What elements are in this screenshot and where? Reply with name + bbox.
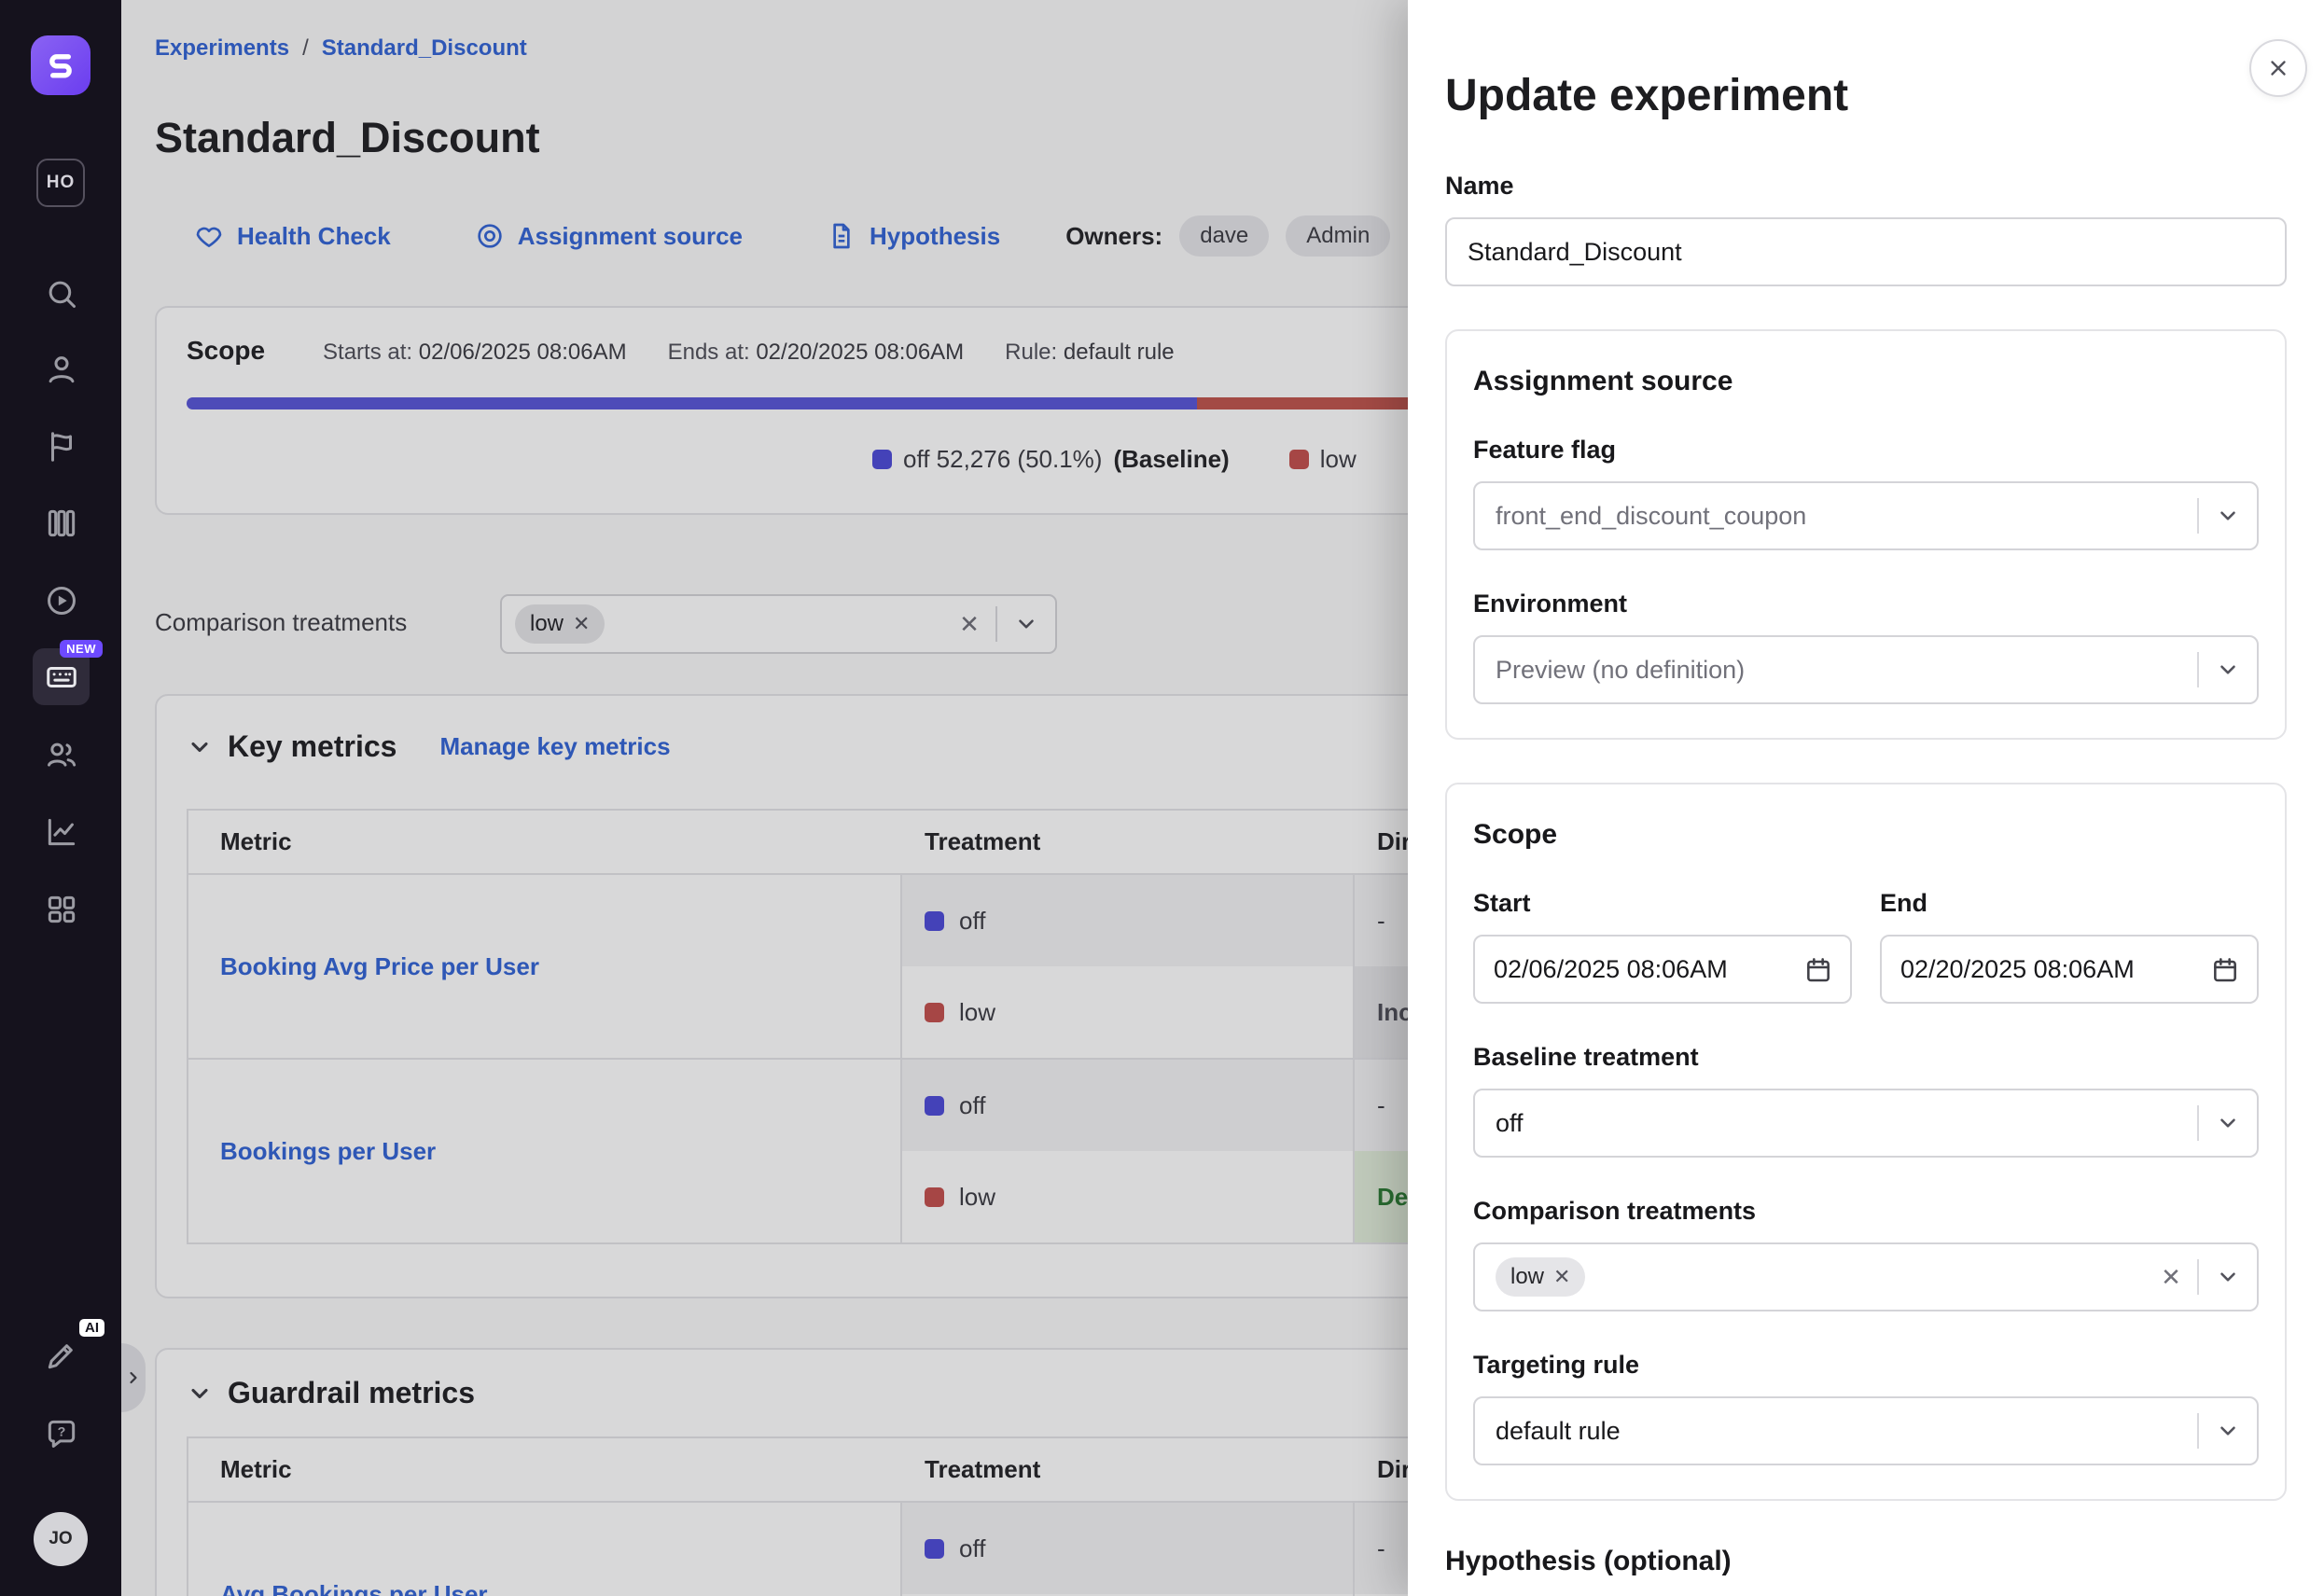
calendar-icon <box>2210 954 2240 984</box>
start-date-field[interactable]: 02/06/2025 08:06AM <box>1473 935 1852 1004</box>
sidebar-item-feature-flags[interactable] <box>33 418 90 475</box>
chevron-down-icon[interactable] <box>2199 1111 2257 1135</box>
hypothesis-label: Hypothesis (optional) <box>1445 1546 2287 1577</box>
keyboard-icon <box>44 659 79 695</box>
person-icon <box>44 352 79 387</box>
app-window: HO <box>0 0 2324 1596</box>
ai-badge: AI <box>79 1319 104 1337</box>
scope-section: Scope Start 02/06/2025 08:06AM End 02/20… <box>1445 783 2287 1501</box>
targeting-rule-label: Targeting rule <box>1473 1351 2259 1380</box>
feature-flags-icon <box>44 429 79 465</box>
name-field[interactable] <box>1445 217 2287 286</box>
sidebar-item-users[interactable] <box>33 340 90 397</box>
targeting-rule-select[interactable]: default rule <box>1473 1396 2259 1465</box>
sidebar-item-experiments[interactable] <box>33 494 90 551</box>
ai-pencil-icon <box>44 1338 79 1373</box>
user-avatar[interactable]: JO <box>34 1512 88 1566</box>
end-date-field[interactable]: 02/20/2025 08:06AM <box>1880 935 2259 1004</box>
update-experiment-drawer: Update experiment Name Assignment source… <box>1408 0 2324 1596</box>
sidebar-item-sessions[interactable] <box>33 572 90 629</box>
chevron-down-icon[interactable] <box>2199 658 2257 682</box>
end-label: End <box>1880 889 2259 918</box>
search-icon <box>44 276 79 312</box>
clear-icon[interactable]: ✕ <box>2145 1263 2197 1292</box>
new-badge: NEW <box>60 640 103 658</box>
baseline-treatment-select[interactable]: off <box>1473 1089 2259 1158</box>
svg-text:?: ? <box>57 1424 65 1439</box>
sidebar-item-ai-assistant[interactable]: AI <box>33 1326 90 1383</box>
feature-flag-select[interactable]: front_end_discount_coupon <box>1473 481 2259 550</box>
sidebar: HO <box>0 0 121 1596</box>
environment-label: Environment <box>1473 590 2259 618</box>
calendar-icon <box>1803 954 1833 984</box>
help-bubble-icon: ? <box>44 1416 79 1451</box>
line-chart-icon <box>44 814 79 850</box>
dashboard-grid-icon <box>44 892 79 927</box>
chevron-down-icon[interactable] <box>2199 504 2257 528</box>
assignment-source-section: Assignment source Feature flag front_end… <box>1445 329 2287 740</box>
logo-glyph-icon <box>42 47 79 84</box>
close-icon[interactable] <box>2249 39 2307 97</box>
chevron-down-icon[interactable] <box>2199 1265 2257 1289</box>
people-icon <box>44 737 79 772</box>
scope-heading: Scope <box>1473 818 2259 852</box>
org-badge[interactable]: HO <box>36 159 85 207</box>
environment-select[interactable]: Preview (no definition) <box>1473 635 2259 704</box>
sidebar-item-metrics[interactable]: NEW <box>33 648 90 705</box>
start-label: Start <box>1473 889 1852 918</box>
sidebar-item-dashboards[interactable] <box>33 881 90 937</box>
comparison-treatments-select[interactable]: low✕ ✕ <box>1473 1242 2259 1311</box>
sidebar-item-audiences[interactable] <box>33 726 90 783</box>
treatment-chip-low[interactable]: low✕ <box>1496 1257 1585 1297</box>
play-circle-icon <box>44 583 79 618</box>
drawer-title: Update experiment <box>1445 69 2287 123</box>
name-label: Name <box>1445 172 2287 201</box>
app-logo[interactable] <box>31 35 90 95</box>
chevron-down-icon[interactable] <box>2199 1419 2257 1443</box>
columns-icon <box>44 506 79 541</box>
baseline-treatment-label: Baseline treatment <box>1473 1043 2259 1072</box>
comparison-treatments-label: Comparison treatments <box>1473 1197 2259 1226</box>
chip-remove-icon[interactable]: ✕ <box>1553 1267 1570 1287</box>
assignment-source-heading: Assignment source <box>1473 365 2259 398</box>
sidebar-item-search[interactable] <box>33 265 90 322</box>
feature-flag-label: Feature flag <box>1473 436 2259 465</box>
sidebar-item-insights[interactable] <box>33 803 90 860</box>
sidebar-item-help[interactable]: ? <box>33 1405 90 1462</box>
